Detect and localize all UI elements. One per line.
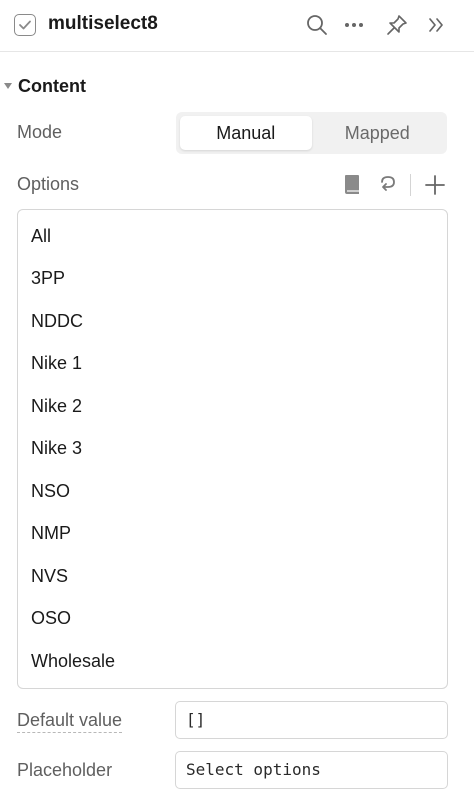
book-icon[interactable] xyxy=(340,172,364,198)
list-item[interactable]: NVS xyxy=(31,566,68,587)
options-label: Options xyxy=(17,174,80,194)
component-name[interactable]: multiselect8 xyxy=(48,13,158,35)
mode-label: Mode xyxy=(17,122,63,142)
search-icon[interactable] xyxy=(304,12,330,38)
sync-icon[interactable] xyxy=(376,172,400,198)
list-item[interactable]: NMP xyxy=(31,523,71,544)
mode-option-mapped[interactable]: Mapped xyxy=(312,116,444,150)
list-item[interactable]: Nike 3 xyxy=(31,438,82,459)
options-list: All 3PP NDDC Nike 1 Nike 2 Nike 3 NSO NM… xyxy=(17,209,448,689)
content-section-toggle[interactable]: Content xyxy=(4,74,86,98)
panel-header: multiselect8 xyxy=(0,0,474,52)
list-item[interactable]: NDDC xyxy=(31,311,83,332)
list-item[interactable]: OSO xyxy=(31,608,71,629)
list-item[interactable]: NSO xyxy=(31,481,70,502)
default-value-label-text: Default value xyxy=(17,710,123,733)
checkbox-icon[interactable] xyxy=(14,14,36,36)
inspector-panel: multiselect8 Content Mode Manual Mapped … xyxy=(0,0,474,804)
chevron-down-icon xyxy=(4,83,12,89)
section-title: Content xyxy=(18,75,86,96)
mode-segmented-control: Manual Mapped xyxy=(176,112,447,154)
list-item[interactable]: 3PP xyxy=(31,268,65,289)
placeholder-input[interactable]: Select options xyxy=(175,751,448,789)
add-icon[interactable] xyxy=(423,172,447,198)
list-item[interactable]: Wholesale xyxy=(31,651,115,672)
list-item[interactable]: Nike 1 xyxy=(31,353,82,374)
list-item[interactable]: Nike 2 xyxy=(31,396,82,417)
placeholder-label: Placeholder xyxy=(17,760,113,780)
mode-option-manual[interactable]: Manual xyxy=(180,116,312,150)
toolbar-divider xyxy=(410,174,411,196)
expand-icon[interactable] xyxy=(423,12,449,38)
list-item[interactable]: All xyxy=(31,226,51,247)
more-icon[interactable] xyxy=(341,12,367,38)
default-value-input[interactable]: [] xyxy=(175,701,448,739)
pin-icon[interactable] xyxy=(384,12,410,38)
default-value-label: Default value xyxy=(17,710,123,733)
